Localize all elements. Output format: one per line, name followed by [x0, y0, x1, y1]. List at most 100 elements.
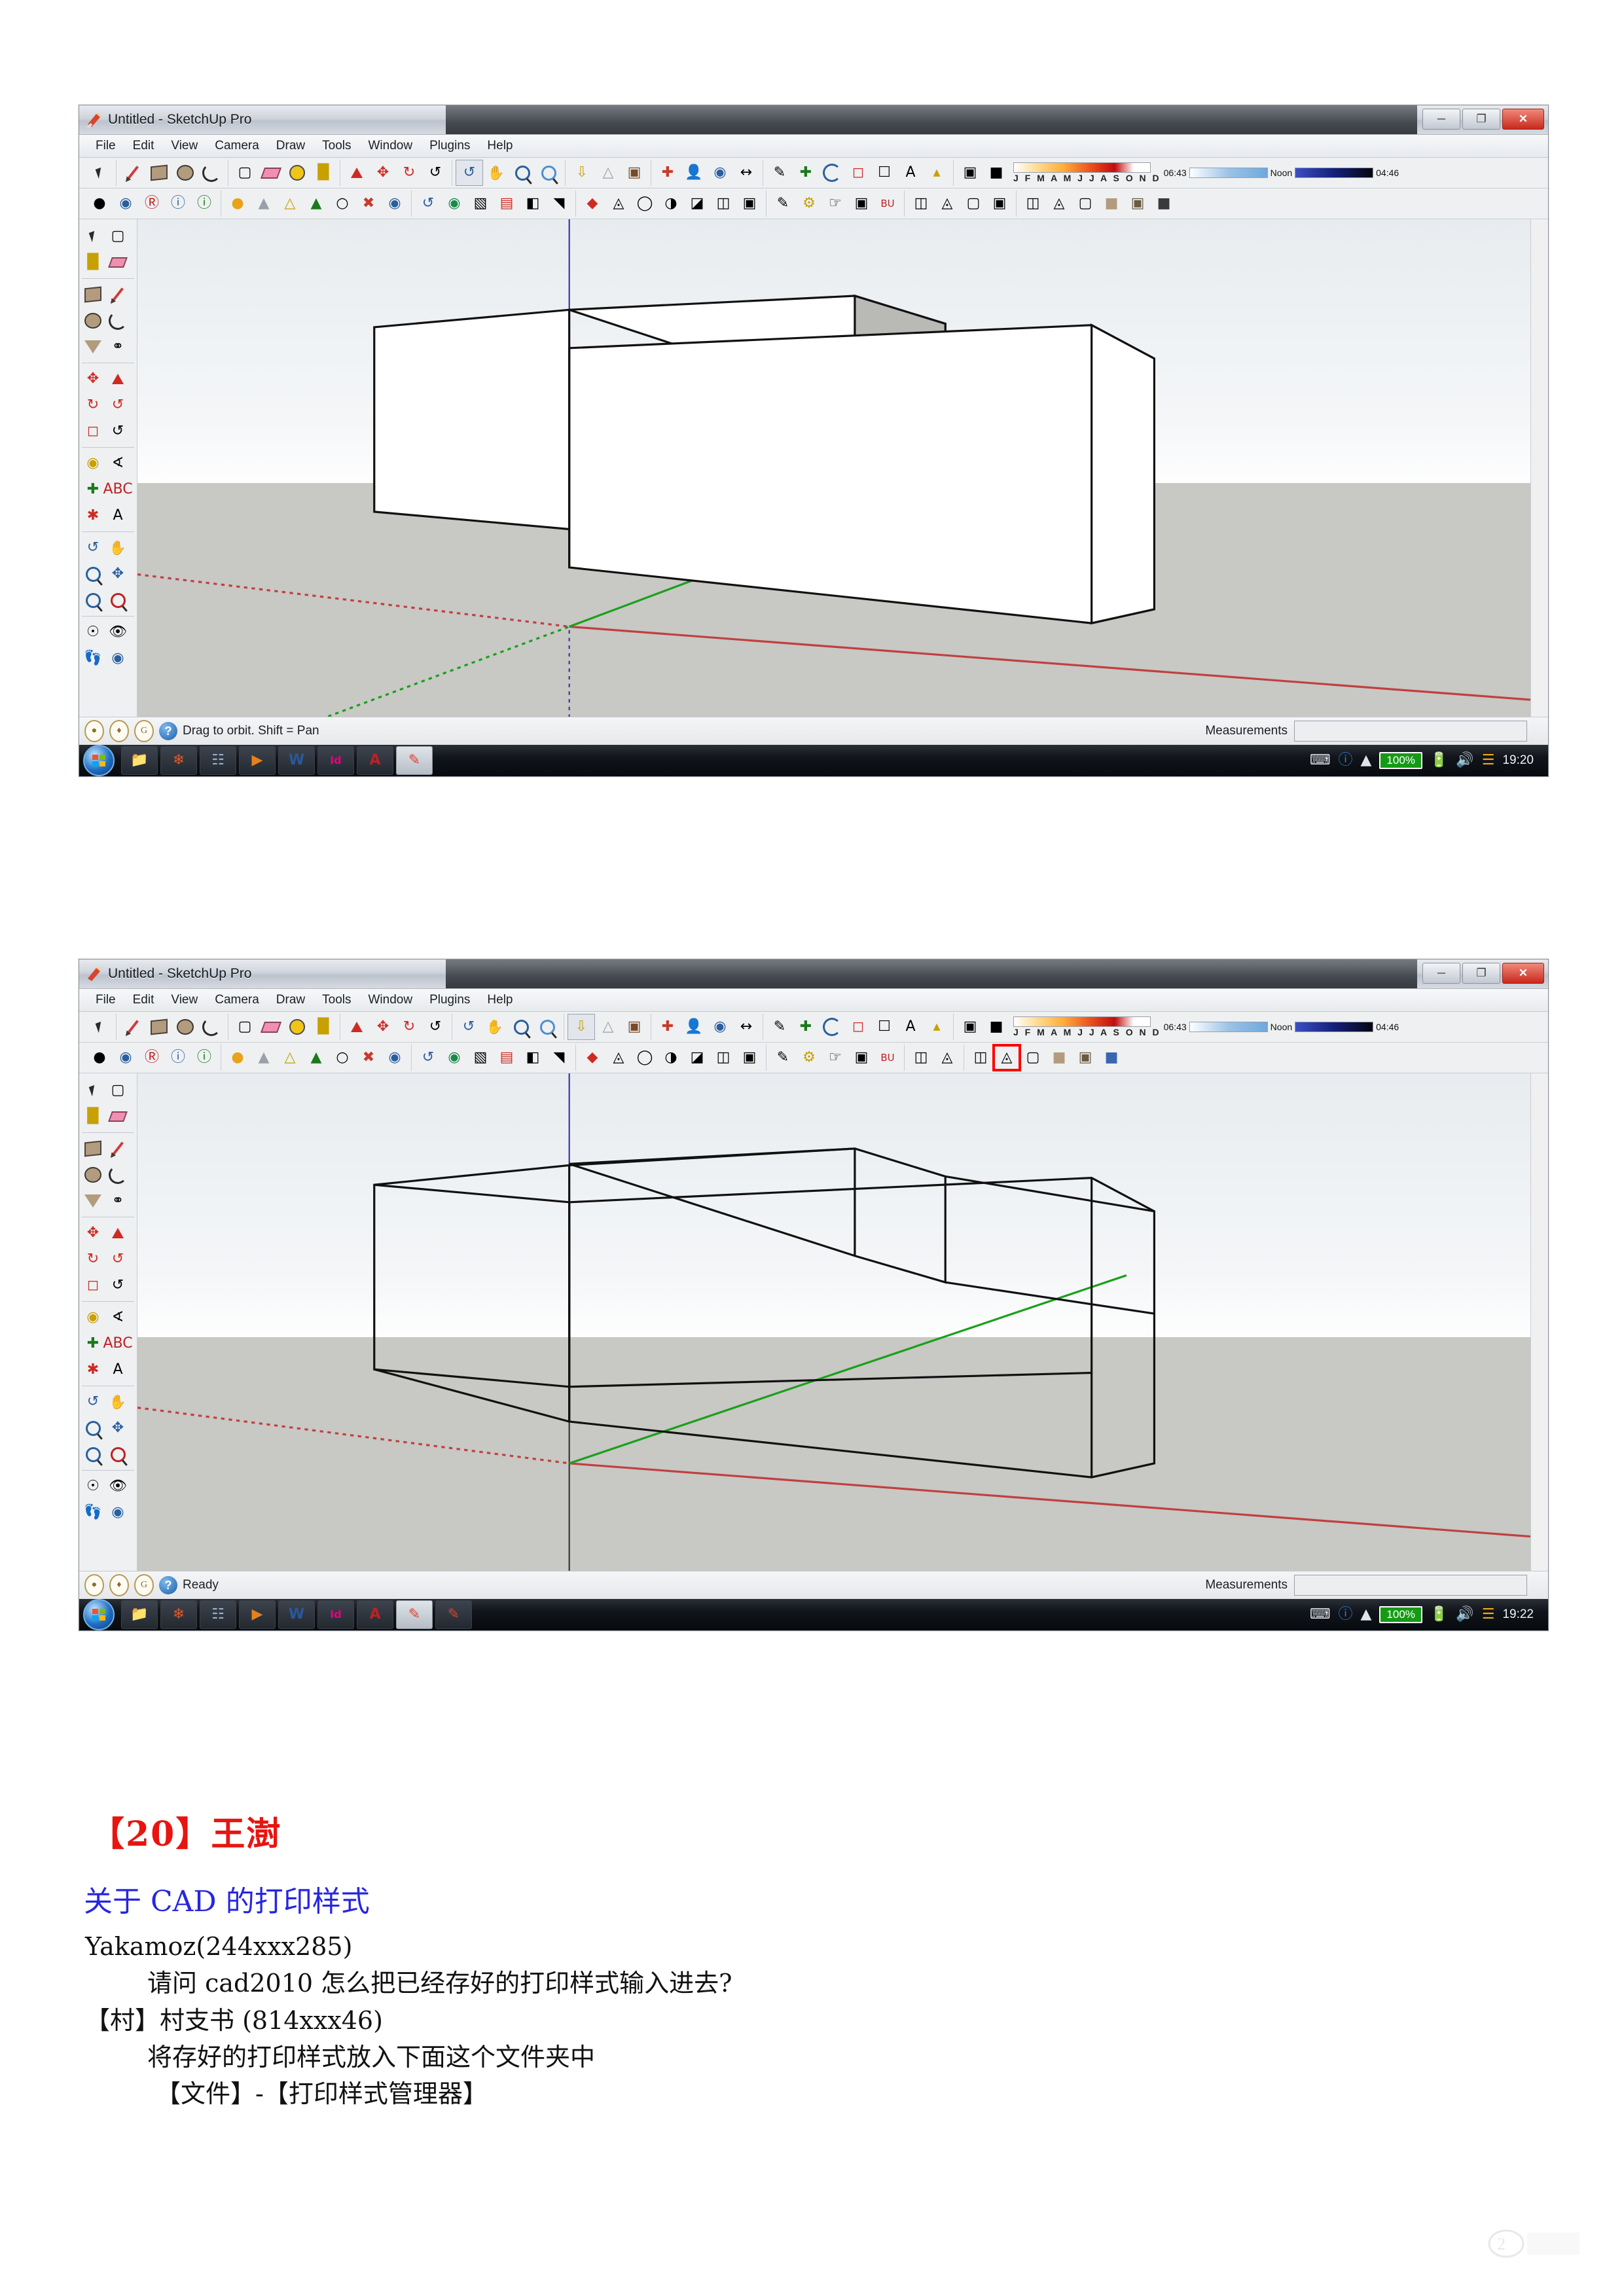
sandbox-from-contours-icon[interactable]: ↺ [415, 1045, 441, 1070]
outliner-icon[interactable]: ✖ [355, 191, 382, 216]
section-fill-icon[interactable]: ▣ [736, 1045, 763, 1070]
smoove-icon[interactable]: ◉ [441, 1045, 467, 1070]
tape-measure-icon[interactable] [284, 160, 310, 185]
measurements-input[interactable] [1294, 1575, 1527, 1596]
outer-shell-icon[interactable]: ◆ [579, 191, 605, 216]
toolbar-group-display[interactable]: ● ▲ △ ▲ ○ ✖ ◉ [221, 1045, 412, 1071]
menu-camera[interactable]: Camera [206, 992, 268, 1009]
protractor-icon[interactable] [819, 160, 845, 185]
previous-view-icon[interactable]: ⇩ [568, 1014, 595, 1040]
drape-icon[interactable]: ▤ [494, 1045, 520, 1070]
scale-icon[interactable]: ◻ [81, 418, 105, 444]
zoom-window-icon[interactable] [81, 587, 105, 613]
scenes-icon[interactable]: ◉ [382, 191, 408, 216]
position-camera-icon[interactable]: ▣ [621, 1014, 647, 1039]
toolbar-group-walkthrough[interactable]: ✚ 👤 ◉ ↔ [651, 1014, 763, 1040]
shadow-toggle-icon[interactable]: ■ [983, 1014, 1009, 1039]
walk-icon[interactable]: 👣 [81, 645, 105, 672]
help-icon[interactable]: ⓘ [165, 1045, 191, 1070]
section-plane-icon[interactable]: ◉ [105, 645, 130, 672]
month-gradient-bar[interactable] [1013, 1016, 1151, 1027]
toolbar-group-draw[interactable] [117, 160, 228, 186]
taskbar-autocad-icon[interactable]: A [357, 746, 393, 775]
menu-view[interactable]: View [162, 137, 206, 154]
taskbar-sketchup-icon[interactable]: ✎ [396, 1600, 433, 1629]
shadow-settings-icon[interactable]: ▣ [957, 1014, 983, 1039]
menu-window[interactable]: Window [360, 137, 422, 154]
offset-icon[interactable]: ↺ [105, 418, 130, 444]
move-icon[interactable]: ✥ [370, 1014, 396, 1039]
menu-help[interactable]: Help [478, 992, 521, 1009]
fog-icon[interactable]: ▲ [251, 191, 277, 216]
taskbar-picasa-icon[interactable]: ❄ [160, 1600, 197, 1629]
position-camera-icon[interactable]: ☉ [81, 619, 105, 645]
toolbar-group-standard-views[interactable]: ◫ ◬ ▢ ▣ [905, 190, 1017, 217]
toolbar-group-standard-views[interactable]: ◫ ◬ [905, 1045, 964, 1071]
subtract-icon[interactable]: ◑ [658, 191, 684, 216]
toolbar-group-styles[interactable]: ◫ ◬ ▢ ■ ▣ ■ [1017, 190, 1180, 217]
soften-edges-icon[interactable]: △ [277, 191, 303, 216]
statusbar[interactable]: ● ♦ G ? Ready Measurements [79, 1571, 1548, 1599]
windows-taskbar[interactable]: 📁 ❄ ☷ ▶ W Id A ✎ ✎ ⌨ ⓘ ▲ 100% 🔋 🔊 ☰ 19:2… [79, 1599, 1548, 1630]
toolbar-group-managers[interactable]: ● ◉ Ⓡ ⓘ ⓘ [83, 1045, 221, 1071]
toolbar-row-1[interactable]: ▢ █ ✥ ↻ ↺ ↺ ✋ ⇩ △ ▣ ✚ 👤 ◉ ↔ ✎ ✚ ◻ ☐ A ▴ … [79, 158, 1548, 188]
geo-location-icon[interactable]: ● [84, 1574, 104, 1596]
toolbar-group-sandbox[interactable]: ↺ ◉ ▧ ▤ ◧ ◥ [412, 1045, 576, 1071]
position-camera-icon[interactable]: ▣ [621, 160, 647, 185]
toolbar-group-select[interactable] [83, 160, 117, 186]
section-fill-icon[interactable]: ▣ [736, 191, 763, 216]
instructor-icon[interactable]: ⓘ [191, 191, 217, 216]
line-pencil-icon[interactable] [120, 1014, 146, 1039]
toolbar-group-shadows[interactable]: ▣ ■ J F M A M J J A S O N D 06:43 Noon 0… [954, 160, 1406, 186]
rectangle-icon[interactable] [146, 160, 172, 185]
zoom-icon[interactable] [81, 1415, 105, 1441]
shaded-style-button[interactable]: ■ [1046, 1045, 1072, 1070]
minimize-button[interactable]: ─ [1422, 109, 1460, 130]
taskbar-autocad-icon[interactable]: A [357, 1600, 393, 1629]
menu-tools[interactable]: Tools [314, 137, 359, 154]
look-around-icon[interactable]: 👤 [681, 1014, 707, 1039]
layers-icon[interactable]: ○ [329, 191, 355, 216]
offset-icon[interactable]: ↺ [105, 1272, 130, 1299]
system-tray[interactable]: ⌨ ⓘ ▲ 100% 🔋 🔊 ☰ 19:20 [1310, 752, 1544, 769]
instructor-icon[interactable]: ⓘ [191, 1045, 217, 1070]
advanced-camera-icon[interactable]: ✎ [770, 1045, 796, 1070]
line-pencil-icon[interactable] [105, 1136, 130, 1162]
protractor-icon[interactable] [819, 1014, 845, 1039]
toolbar-group-construction[interactable]: ✎ ✚ ◻ ☐ A ▴ [763, 160, 954, 186]
toolbar-group-views[interactable]: ⇩ △ ▣ [564, 1014, 651, 1040]
next-view-icon[interactable]: △ [595, 1014, 621, 1039]
zoom-extents-icon[interactable]: ✥ [105, 561, 130, 587]
titlebar[interactable]: Untitled - SketchUp Pro ─ ❐ ✕ [79, 105, 1548, 135]
shadow-settings-icon[interactable]: ▣ [957, 160, 983, 185]
windows-start-icon[interactable] [83, 745, 115, 776]
move-icon[interactable]: ✥ [370, 160, 396, 185]
arc-icon[interactable] [198, 160, 225, 185]
vertical-scrollbar[interactable] [1530, 219, 1548, 717]
window-controls[interactable]: ─ ❐ ✕ [1422, 109, 1544, 130]
make-component-icon[interactable]: ▢ [232, 160, 258, 185]
line-pencil-icon[interactable] [105, 281, 130, 308]
scenes-icon[interactable]: ◉ [382, 1045, 408, 1070]
morning-gradient-bar[interactable] [1189, 1022, 1268, 1032]
freehand-icon[interactable]: ⚭ [105, 334, 130, 360]
split-icon[interactable]: ◫ [710, 1045, 736, 1070]
show-hidden-icons-icon[interactable]: ▲ [1361, 1607, 1372, 1622]
previous-view-icon[interactable] [105, 1441, 130, 1467]
flip-edge-icon[interactable]: ◥ [546, 1045, 572, 1070]
circle-icon[interactable] [172, 160, 198, 185]
follow-me-icon[interactable]: ↺ [422, 1014, 448, 1039]
materials-browser-icon[interactable]: ● [86, 191, 113, 216]
menubar[interactable]: File Edit View Camera Draw Tools Window … [79, 989, 1548, 1012]
position-camera-icon[interactable]: ☉ [81, 1473, 105, 1499]
offset-icon[interactable]: ☐ [871, 160, 897, 185]
measurements-group[interactable]: Measurements [1205, 721, 1543, 742]
toolbar-group-views[interactable]: ⇩ △ ▣ [566, 160, 651, 186]
dimension-icon[interactable]: ↔ [733, 160, 759, 185]
soften-edges-icon[interactable]: △ [277, 1045, 303, 1070]
intersect-icon[interactable]: ◬ [605, 1045, 632, 1070]
menu-draw[interactable]: Draw [268, 992, 314, 1009]
xray-style-button[interactable]: ◫ [1020, 191, 1046, 216]
photo-match-icon[interactable]: ▣ [848, 1045, 875, 1070]
toolbar-group-walkthrough[interactable]: ✚ 👤 ◉ ↔ [651, 160, 763, 186]
